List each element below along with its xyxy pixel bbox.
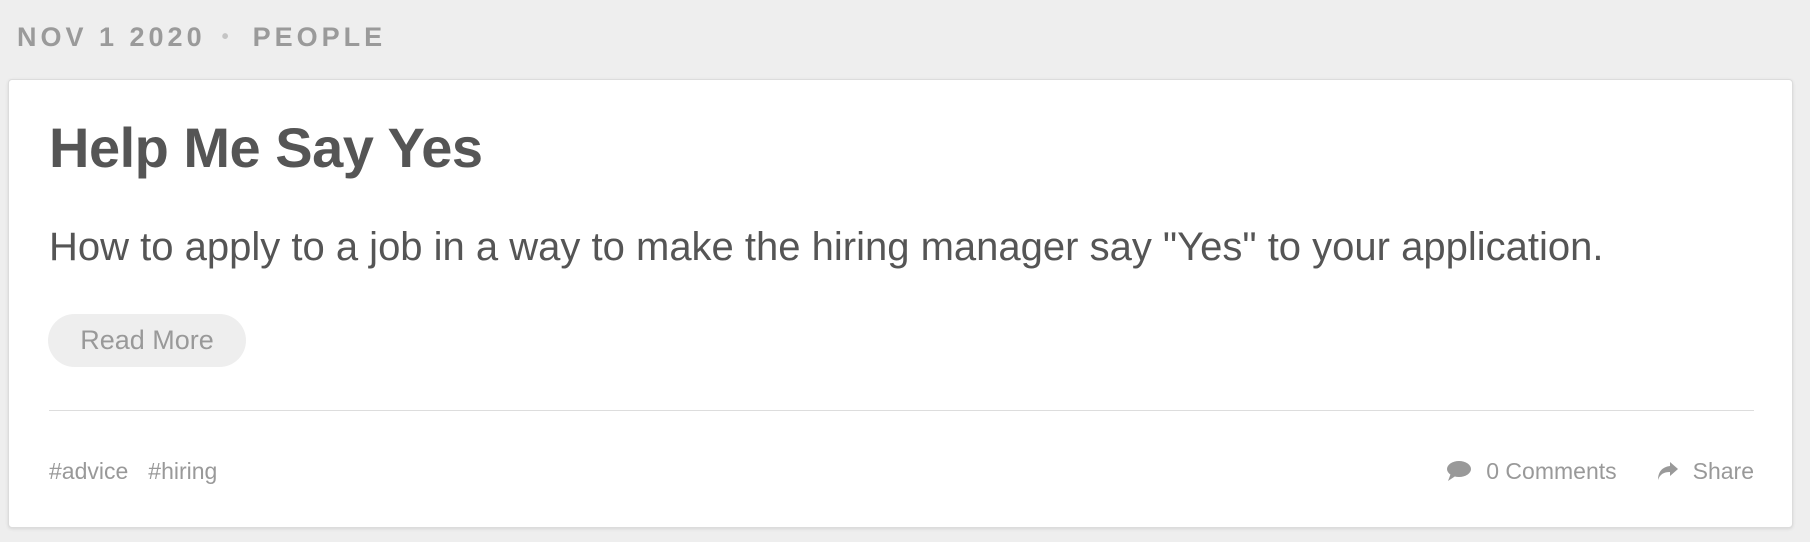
comments-count: 0 Comments [1486,457,1617,484]
post-actions: 0 Comments Share [1446,458,1754,485]
post-title[interactable]: Help Me Say Yes [49,116,483,180]
post-excerpt: How to apply to a job in a way to make t… [49,225,1604,269]
share-arrow-icon [1657,460,1679,482]
meta-separator: • [221,25,229,48]
read-more-button[interactable]: Read More [48,314,246,367]
speech-bubble-icon [1446,460,1472,482]
tag-list: #advice #hiring [49,458,217,485]
comments-link[interactable]: 0 Comments [1446,457,1617,485]
post-card: Help Me Say Yes How to apply to a job in… [8,79,1793,528]
tag-advice[interactable]: #advice [49,458,128,485]
share-label: Share [1692,457,1754,484]
share-link[interactable]: Share [1657,458,1754,485]
category-link[interactable]: PEOPLE [253,22,387,53]
card-footer: #advice #hiring 0 Comments Share [49,453,1754,489]
card-divider [49,410,1754,411]
post-meta: NOV 1 2020 • PEOPLE [17,20,386,54]
tag-hiring[interactable]: #hiring [148,458,217,485]
post-date: NOV 1 2020 [17,21,206,52]
